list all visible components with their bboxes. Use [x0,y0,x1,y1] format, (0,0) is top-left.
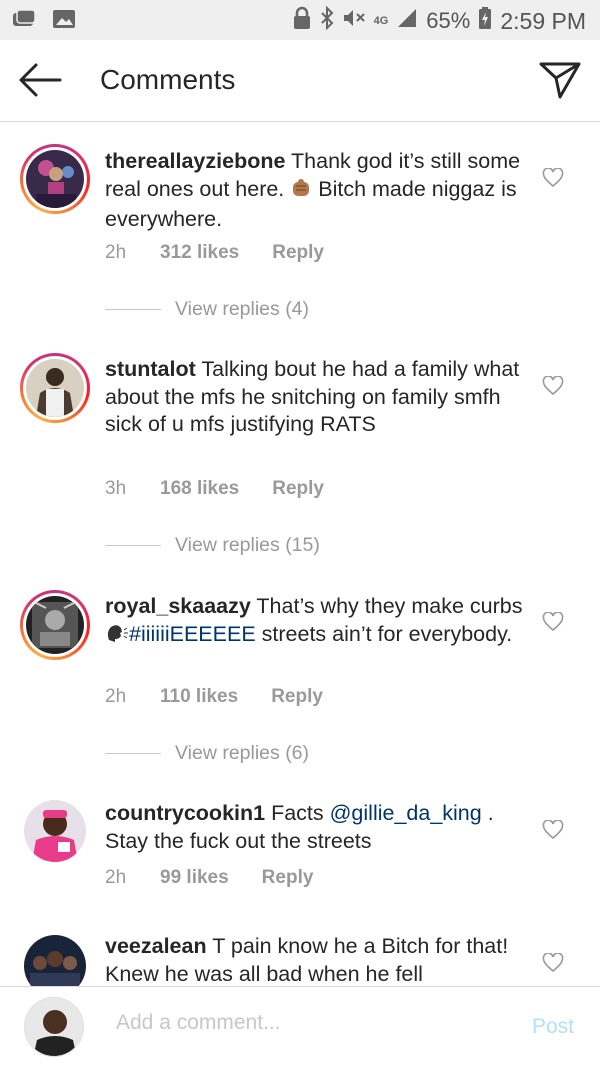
lock-icon [292,6,312,36]
reply-button[interactable]: Reply [271,686,323,708]
comment-input[interactable] [116,1011,496,1035]
view-replies-button[interactable]: View replies (15) [105,534,320,557]
reply-button[interactable]: Reply [272,242,324,264]
comment-time: 2h [105,867,127,888]
comment-meta: 2h 110 likes Reply [105,686,323,708]
avatar[interactable] [20,353,90,423]
comment-username[interactable]: countrycookin1 [105,801,265,825]
share-button[interactable] [538,58,582,102]
comment-meta: 2h 99 likes Reply [105,867,313,889]
mention-link[interactable]: @gillie_da_king [330,801,482,825]
divider [105,753,161,754]
comment-likes[interactable]: 99 likes [160,867,229,889]
heart-icon [542,819,564,840]
hashtag-link[interactable]: #iiiiiiEEEEEE [129,622,256,646]
header: Comments [0,40,600,122]
back-arrow-icon [19,63,62,97]
comment-likes[interactable]: 168 likes [160,478,239,500]
bluetooth-icon [320,5,334,36]
like-button[interactable] [542,611,564,632]
mute-icon [342,7,366,35]
like-button[interactable] [542,819,564,840]
view-replies-label: View replies (6) [175,742,310,764]
like-button[interactable] [542,952,564,973]
comment-likes[interactable]: 312 likes [160,242,239,264]
image-icon [52,8,76,35]
heart-icon [542,167,564,188]
comment-meta: 3h 168 likes Reply [105,478,324,500]
comment-time: 3h [105,478,127,499]
post-button[interactable]: Post [532,1015,574,1039]
reply-button[interactable]: Reply [262,867,314,889]
comment-username[interactable]: veezalean [105,934,207,958]
avatar[interactable] [24,800,86,862]
add-comment-bar: Post [0,986,600,1067]
page-title: Comments [100,64,236,95]
heart-icon [542,611,564,632]
comment-likes[interactable]: 110 likes [160,686,238,708]
heart-icon [542,375,564,396]
comment-time: 2h [105,686,127,707]
current-user-avatar [24,997,84,1057]
speaking-head-icon [105,622,129,652]
comment-time: 2h [105,242,127,263]
comment-meta: 2h 312 likes Reply [105,242,324,264]
comment-item: veezalean T pain know he a Bitch for tha… [0,915,600,986]
like-button[interactable] [542,167,564,188]
comment-body: streets ain’t for everybody. [255,621,513,646]
comment-username[interactable]: stuntalot [105,357,196,381]
view-replies-label: View replies (4) [175,298,310,320]
avatar[interactable] [20,590,90,660]
divider [105,545,161,546]
avatar[interactable] [20,144,90,214]
view-replies-label: View replies (15) [175,534,320,556]
comment-body: That’s why they make curbs [250,594,523,618]
comment-body: Facts [265,801,330,825]
network-icon: 4G [373,15,389,27]
view-replies-button[interactable]: View replies (4) [105,298,309,321]
like-button[interactable] [542,375,564,396]
battery-icon [478,6,492,36]
heart-icon [542,952,564,973]
reply-button[interactable]: Reply [272,478,324,500]
fist-emoji-icon [290,177,312,207]
status-bar: 4G 65% 2:59 PM [0,0,600,40]
comment-username[interactable]: royal_skaaazy [105,594,251,618]
divider [105,309,161,310]
avatar[interactable] [24,935,86,986]
game-controller-icon [12,8,38,35]
signal-icon [396,7,418,35]
comment-username[interactable]: thereallayziebone [105,149,285,173]
view-replies-button[interactable]: View replies (6) [105,742,309,765]
back-button[interactable] [16,60,64,100]
clock: 2:59 PM [500,7,586,34]
paper-plane-icon [539,62,581,99]
battery-percent: 65% [426,8,471,33]
